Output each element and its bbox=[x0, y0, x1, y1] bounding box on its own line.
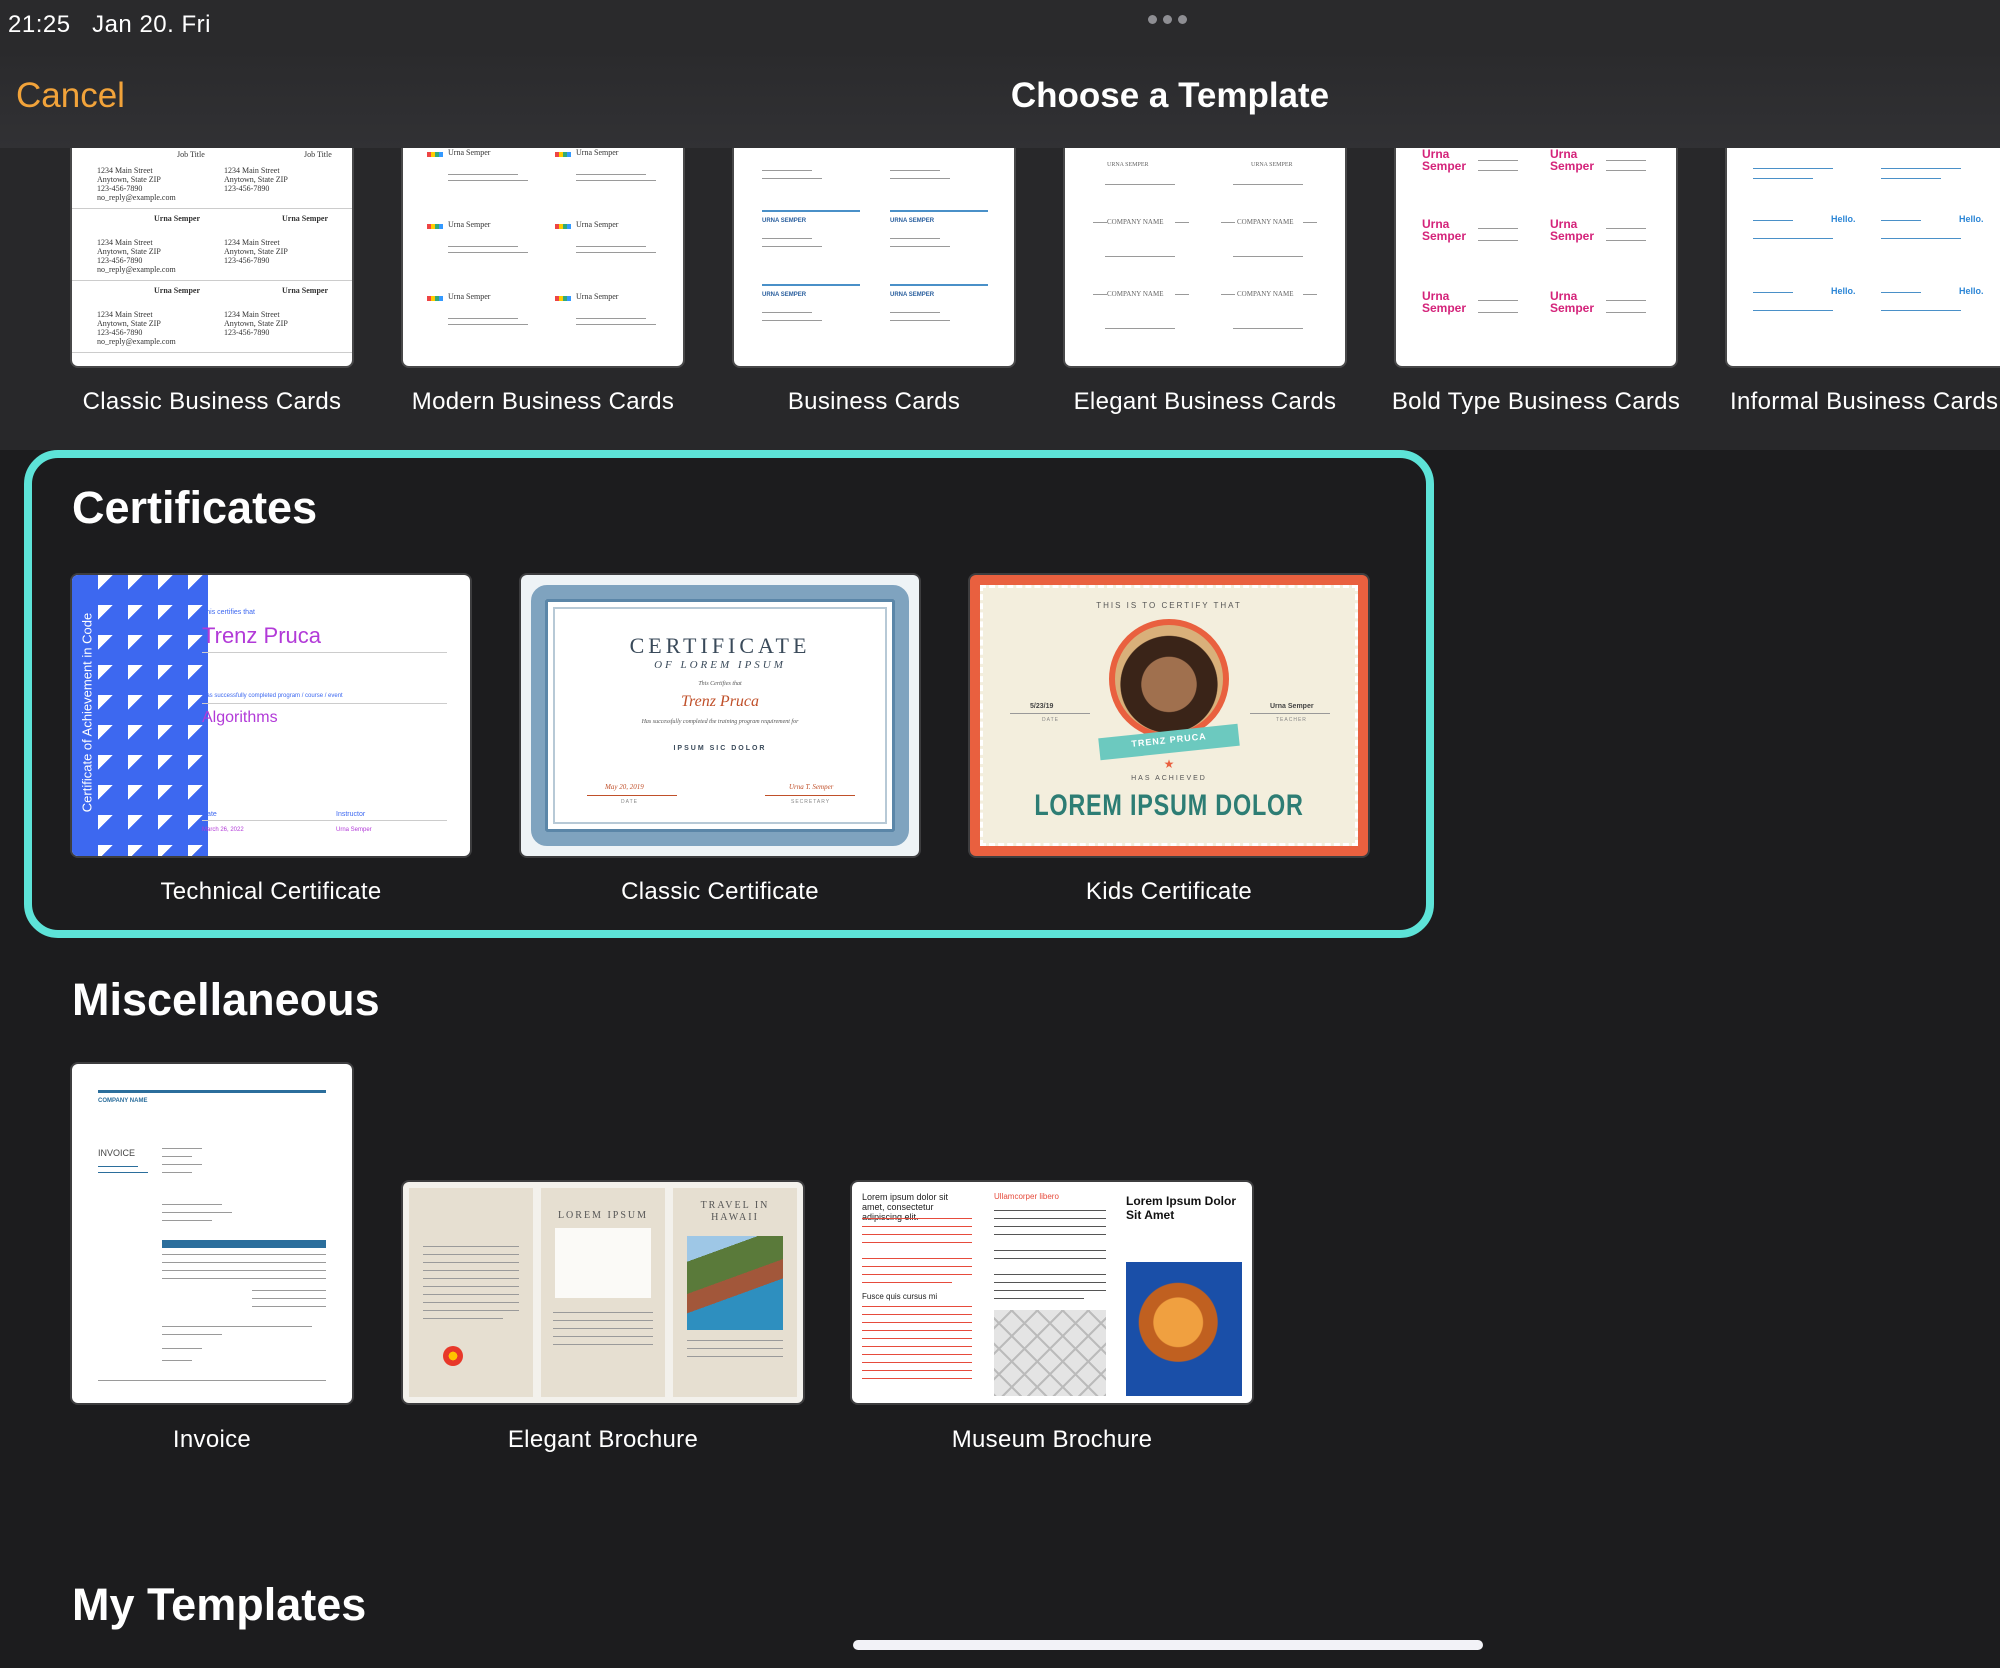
template-thumbnail-bold-type-business-cards[interactable]: Urna Semper Urna Semper Urna Semper Urna Sem… bbox=[1396, 148, 1676, 366]
section-title-my-templates: My Templates bbox=[72, 1579, 367, 1630]
template-label[interactable]: Classic Certificate bbox=[521, 878, 919, 906]
template-thumbnail-classic-business-cards[interactable]: Job Title Job Title 1234 Main Street Anyto… bbox=[72, 148, 352, 366]
template-label[interactable]: Classic Business Cards bbox=[62, 388, 362, 416]
template-thumbnail-elegant-brochure[interactable]: LOREM IPSUM TRAVEL IN HAWAII bbox=[403, 1182, 803, 1403]
template-label[interactable]: Modern Business Cards bbox=[393, 388, 693, 416]
map-graphic bbox=[994, 1310, 1106, 1396]
status-bar: 21:25 Jan 20. Fri bbox=[0, 0, 2000, 48]
section-title-miscellaneous: Miscellaneous bbox=[72, 974, 380, 1025]
template-label[interactable]: Bold Type Business Cards bbox=[1386, 388, 1686, 416]
template-label[interactable]: Elegant Brochure bbox=[403, 1426, 803, 1454]
page-title: Choose a Template bbox=[1010, 76, 1330, 115]
template-label[interactable]: Kids Certificate bbox=[970, 878, 1368, 906]
business-cards-section: Job Title Job Title 1234 Main Street Anyto… bbox=[0, 148, 2000, 450]
multitasking-dots-icon[interactable] bbox=[1148, 15, 1187, 24]
status-time-date: 21:25 Jan 20. Fri bbox=[8, 11, 211, 38]
template-thumbnail-kids-certificate[interactable]: THIS IS TO CERTIFY THAT 5/23/19 DATE Urn… bbox=[970, 575, 1368, 856]
flower-icon bbox=[443, 1346, 463, 1366]
home-indicator[interactable] bbox=[853, 1640, 1483, 1650]
certificate-side-text: Certificate of Achievement in Code bbox=[79, 612, 95, 813]
child-photo bbox=[1109, 619, 1229, 739]
certificates-section: Certificates Certificate of Achievement … bbox=[0, 450, 2000, 940]
template-thumbnail-museum-brochure[interactable]: Lorem ipsum dolor sit amet, consectetur … bbox=[852, 1182, 1252, 1403]
template-label[interactable]: Informal Business Cards bbox=[1730, 388, 2000, 416]
template-label[interactable]: Museum Brochure bbox=[852, 1426, 1252, 1454]
template-label[interactable]: Elegant Business Cards bbox=[1055, 388, 1355, 416]
template-thumbnail-technical-certificate[interactable]: Certificate of Achievement in Code This … bbox=[72, 575, 470, 856]
template-thumbnail-invoice[interactable]: COMPANY NAME INVOICE bbox=[72, 1064, 352, 1403]
template-thumbnail-business-cards[interactable]: URNA SEMPER URNA SEMPER URNA SEMPER URNA… bbox=[734, 148, 1014, 366]
miscellaneous-section: Miscellaneous COMPANY NAME INVOICE Invoi… bbox=[0, 940, 2000, 1545]
template-thumbnail-informal-business-cards[interactable]: Hello. Hello. Hello. Hello. bbox=[1727, 148, 2000, 366]
hawaii-map bbox=[555, 1228, 651, 1298]
template-label[interactable]: Business Cards bbox=[724, 388, 1024, 416]
section-title-certificates: Certificates bbox=[72, 482, 318, 533]
template-thumbnail-classic-certificate[interactable]: CERTIFICATE OF LOREM IPSUM This Certifie… bbox=[521, 575, 919, 856]
jellyfish-photo bbox=[1126, 1262, 1242, 1396]
template-thumbnail-modern-business-cards[interactable]: Urna Semper Urna Semper Urna Semper Urna S… bbox=[403, 148, 683, 366]
template-thumbnail-elegant-business-cards[interactable]: URNA SEMPER URNA SEMPER COMPANY NAME COMPA… bbox=[1065, 148, 1345, 366]
nav-bar: Cancel Choose a Template bbox=[0, 48, 2000, 148]
coast-photo bbox=[687, 1236, 783, 1330]
template-label[interactable]: Invoice bbox=[62, 1426, 362, 1454]
star-icon: ★ bbox=[1163, 757, 1175, 771]
template-label[interactable]: Technical Certificate bbox=[72, 878, 470, 906]
